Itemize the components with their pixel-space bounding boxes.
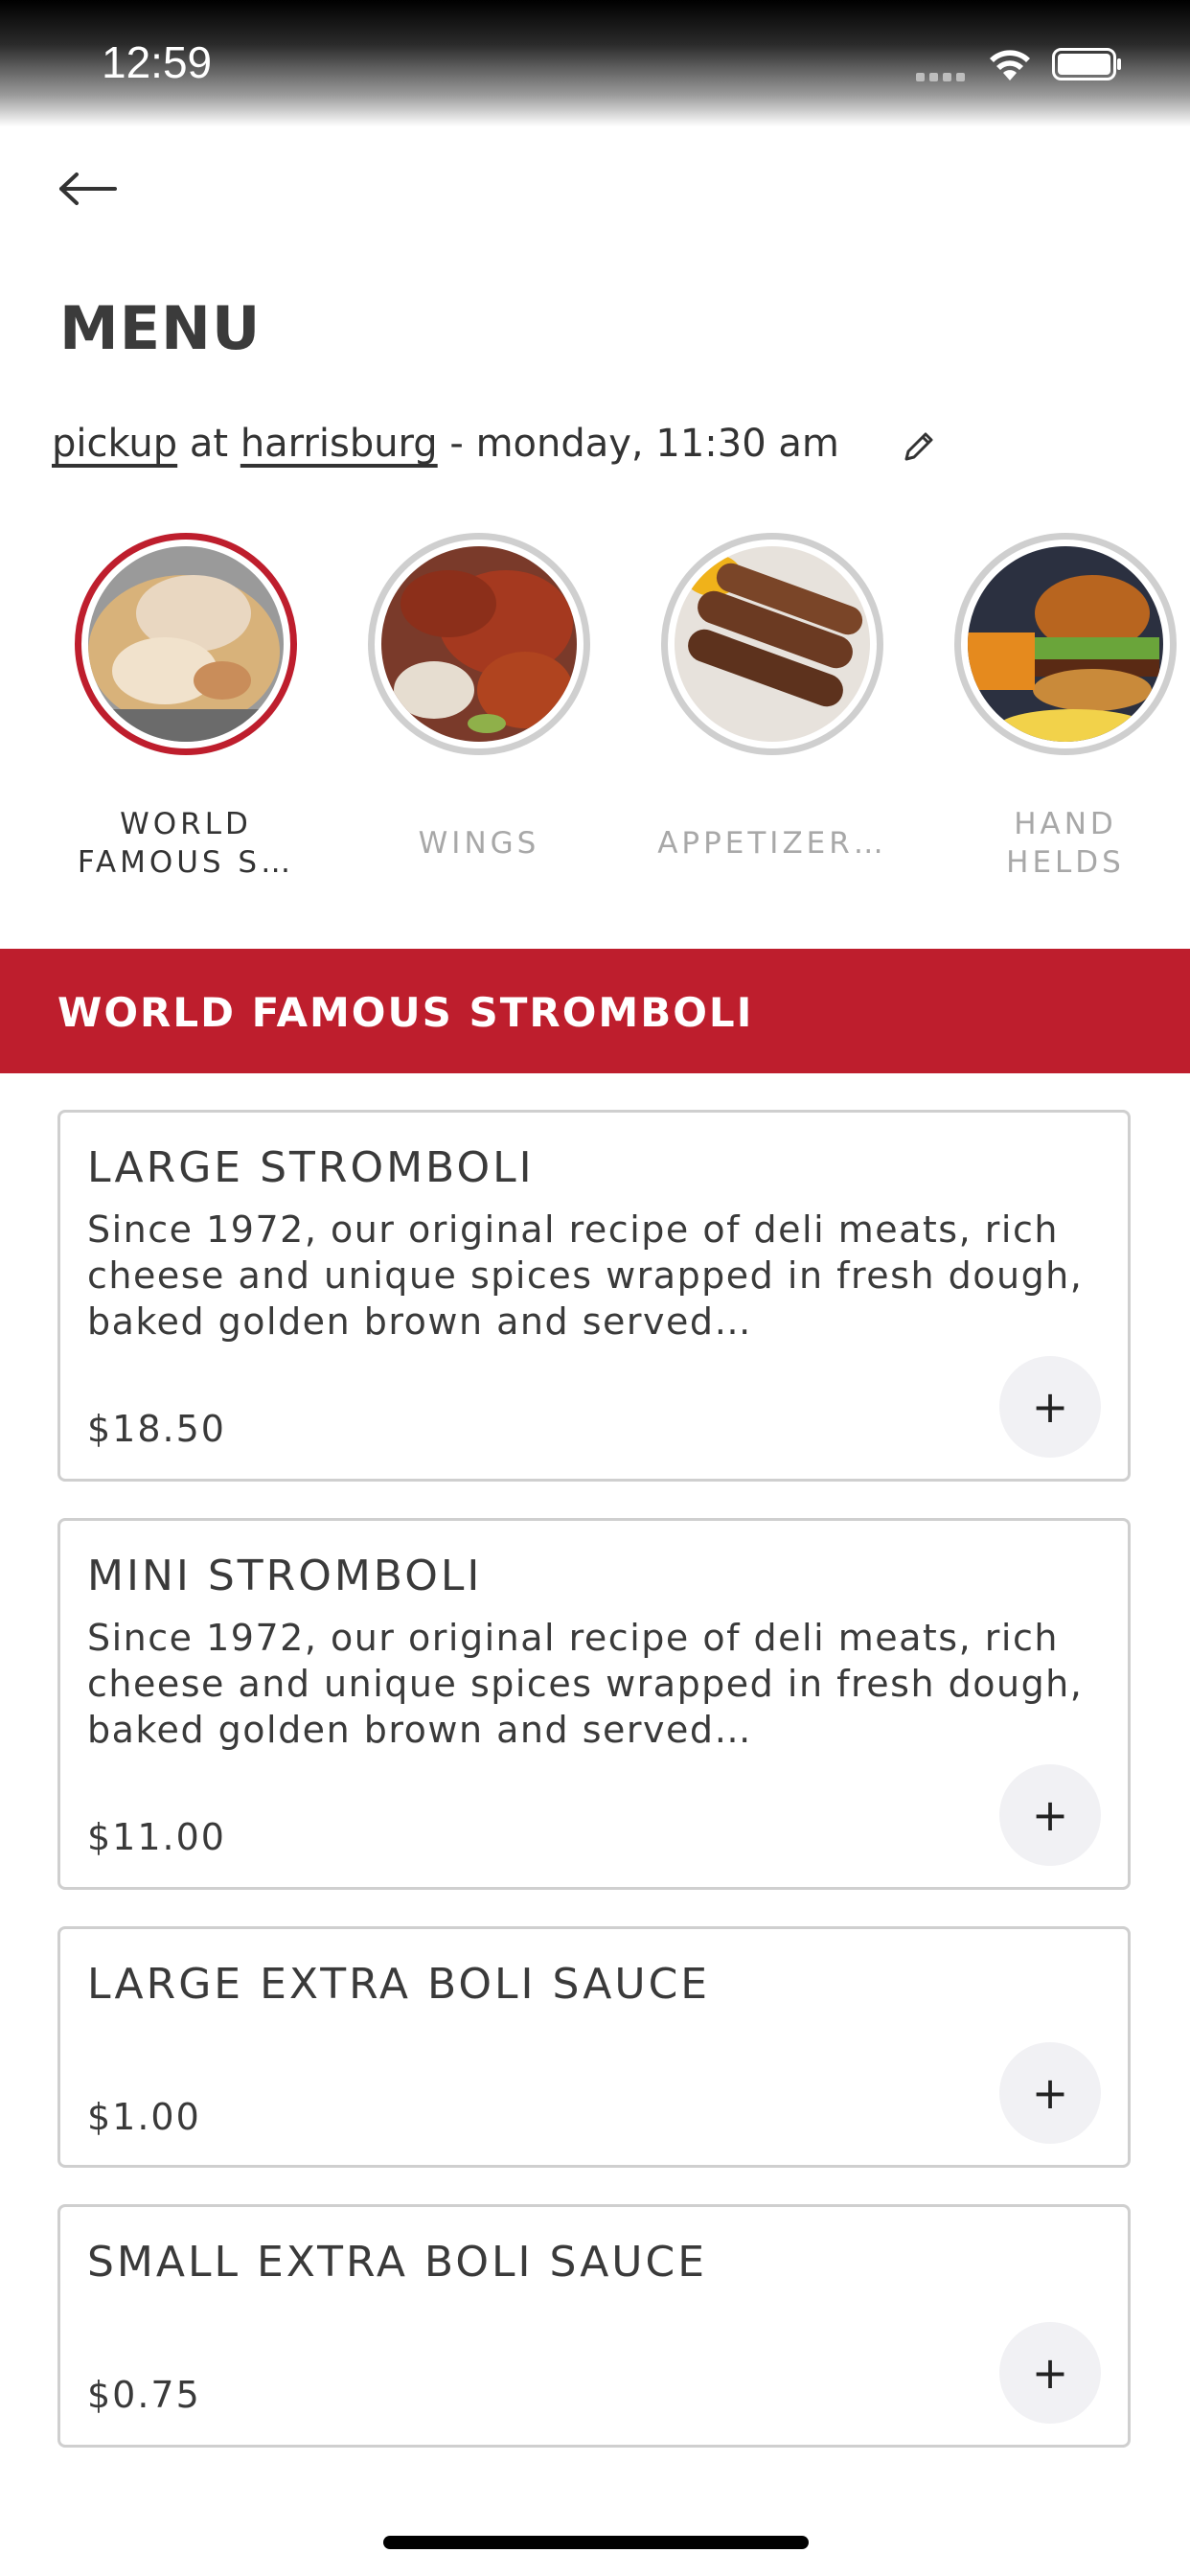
stromboli-image — [88, 546, 284, 742]
category-wings[interactable]: WINGS — [362, 533, 596, 862]
category-appetizers[interactable]: APPETIZER… — [655, 533, 889, 862]
section-title: WORLD FAMOUS STROMBOLI — [57, 989, 754, 1036]
item-name: LARGE STROMBOLI — [87, 1143, 535, 1192]
home-indicator — [383, 2536, 809, 2549]
category-label: APPETIZER… — [657, 826, 887, 861]
menu-item-card[interactable]: MINI STROMBOLI Since 1972, our original … — [57, 1518, 1131, 1890]
wifi-icon — [990, 50, 1030, 80]
order-mode-link[interactable]: pickup — [52, 422, 177, 466]
pretzel-sticks-image — [675, 546, 870, 742]
at-text: at — [189, 422, 229, 466]
status-bar: 12:59 — [0, 0, 1190, 126]
menu-item-card[interactable]: LARGE EXTRA BOLI SAUCE $1.00 + — [57, 1926, 1131, 2168]
item-description: Since 1972, our original recipe of deli … — [87, 1208, 1084, 1343]
burger-image — [968, 546, 1163, 742]
item-name: SMALL EXTRA BOLI SAUCE — [87, 2238, 708, 2287]
item-name: LARGE EXTRA BOLI SAUCE — [87, 1960, 711, 2009]
cellular-signal-icon — [916, 67, 970, 81]
category-image-ring — [661, 533, 883, 755]
category-image-ring — [75, 533, 297, 755]
add-item-button[interactable]: + — [999, 1764, 1101, 1866]
add-item-button[interactable]: + — [999, 2042, 1101, 2144]
pencil-icon[interactable] — [899, 426, 939, 467]
location-link[interactable]: harrisburg — [240, 422, 438, 466]
back-arrow-icon[interactable] — [57, 171, 119, 207]
battery-icon — [1052, 48, 1121, 80]
schedule-text: - monday, 11:30 am — [449, 422, 839, 466]
category-world-famous-stromboli[interactable]: WORLD FAMOUS S… — [69, 533, 303, 882]
category-label: HAND HELDS — [1006, 807, 1125, 880]
category-image-ring — [368, 533, 590, 755]
order-info: pickup at harrisburg - monday, 11:30 am — [52, 422, 839, 466]
item-name: MINI STROMBOLI — [87, 1552, 483, 1600]
item-price: $11.00 — [87, 1816, 226, 1858]
menu-item-card[interactable]: SMALL EXTRA BOLI SAUCE $0.75 + — [57, 2204, 1131, 2448]
item-description: Since 1972, our original recipe of deli … — [87, 1617, 1084, 1751]
page-title: MENU — [59, 293, 262, 363]
item-price: $18.50 — [87, 1408, 226, 1450]
status-time: 12:59 — [102, 37, 213, 87]
category-hand-helds[interactable]: HAND HELDS — [949, 533, 1182, 882]
category-label: WINGS — [418, 826, 540, 861]
item-price: $0.75 — [87, 2374, 201, 2416]
category-image-ring — [954, 533, 1177, 755]
menu-item-card[interactable]: LARGE STROMBOLI Since 1972, our original… — [57, 1110, 1131, 1482]
section-banner: WORLD FAMOUS STROMBOLI — [0, 949, 1190, 1073]
add-item-button[interactable]: + — [999, 1356, 1101, 1458]
item-price: $1.00 — [87, 2096, 201, 2138]
wings-image — [381, 546, 577, 742]
category-label: WORLD FAMOUS S… — [77, 807, 295, 880]
add-item-button[interactable]: + — [999, 2322, 1101, 2424]
